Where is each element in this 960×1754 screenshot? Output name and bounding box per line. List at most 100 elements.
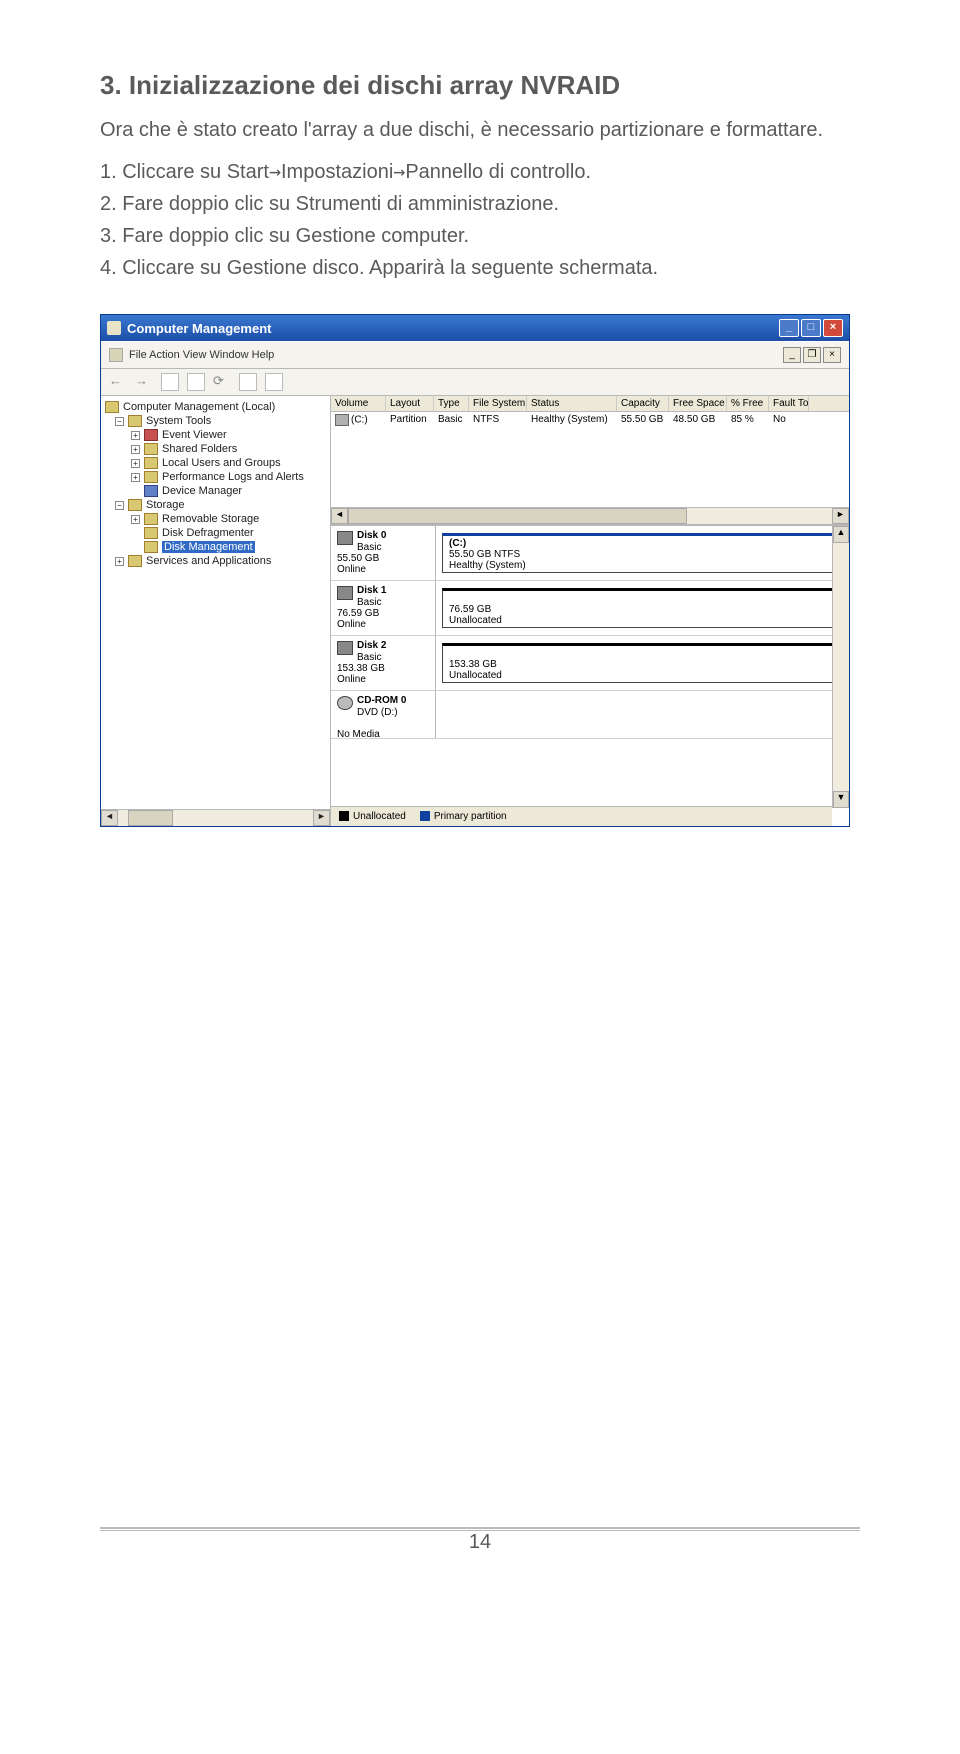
col-status[interactable]: Status: [527, 396, 617, 411]
menubar-row: File Action View Window Help _ ❐ ×: [101, 341, 849, 369]
col-volume[interactable]: Volume: [331, 396, 386, 411]
disk-row[interactable]: Disk 1 Basic 76.59 GB Online 76.59 GB Un…: [331, 581, 849, 636]
step-3: 3. Fare doppio clic su Gestione computer…: [100, 220, 860, 252]
toolbar-button[interactable]: [265, 373, 283, 391]
back-icon[interactable]: ←: [109, 373, 127, 391]
window-title: Computer Management: [127, 321, 271, 336]
event-icon: [144, 429, 158, 441]
col-freespace[interactable]: Free Space: [669, 396, 727, 411]
legend: Unallocated Primary partition: [331, 806, 832, 826]
tree-services-apps[interactable]: Services and Applications: [146, 555, 271, 567]
maximize-button[interactable]: □: [801, 319, 821, 337]
expand-icon[interactable]: +: [131, 459, 140, 468]
partition-unallocated[interactable]: 76.59 GB Unallocated: [442, 588, 837, 628]
toolbar: ← → ⟳: [101, 369, 849, 396]
titlebar[interactable]: Computer Management _ □ ×: [101, 315, 849, 341]
col-fault[interactable]: Fault To: [769, 396, 809, 411]
disk-row[interactable]: Disk 0 Basic 55.50 GB Online (C:) 55.50 …: [331, 526, 849, 581]
close-button[interactable]: ×: [823, 319, 843, 337]
minimize-button[interactable]: _: [779, 319, 799, 337]
partition-unallocated[interactable]: 153.38 GB Unallocated: [442, 643, 837, 683]
mdi-close-button[interactable]: ×: [823, 347, 841, 363]
disk-header: Disk 0 Basic 55.50 GB Online: [331, 526, 436, 580]
step-list: 1. Cliccare su Start→Impostazioni→Pannel…: [100, 155, 860, 284]
doc-icon: [109, 348, 123, 362]
mdi-restore-button[interactable]: ❐: [803, 347, 821, 363]
expand-icon[interactable]: +: [131, 473, 140, 482]
legend-swatch: [339, 811, 349, 821]
disk-header: Disk 1 Basic 76.59 GB Online: [331, 581, 436, 635]
scroll-left-icon[interactable]: ◄: [331, 508, 348, 524]
drive-icon: [335, 414, 349, 426]
tree-scrollbar[interactable]: ◄ ►: [101, 809, 330, 826]
col-layout[interactable]: Layout: [386, 396, 434, 411]
tree-root[interactable]: Computer Management (Local): [123, 401, 275, 413]
disk-row[interactable]: Disk 2 Basic 153.38 GB Online 153.38 GB …: [331, 636, 849, 691]
tree-system-tools[interactable]: System Tools: [146, 415, 211, 427]
folder-icon: [128, 499, 142, 511]
col-percentfree[interactable]: % Free: [727, 396, 769, 411]
toolbar-button[interactable]: [187, 373, 205, 391]
scroll-right-icon[interactable]: ►: [832, 508, 849, 524]
tree-event-viewer[interactable]: Event Viewer: [162, 429, 227, 441]
tree-removable-storage[interactable]: Removable Storage: [162, 513, 259, 525]
folder-icon: [144, 457, 158, 469]
expand-icon[interactable]: +: [131, 431, 140, 440]
menubar[interactable]: File Action View Window Help: [129, 349, 274, 361]
tree-shared-folders[interactable]: Shared Folders: [162, 443, 237, 455]
folder-icon: [144, 471, 158, 483]
disk-icon: [337, 531, 353, 545]
disk-map[interactable]: Disk 0 Basic 55.50 GB Online (C:) 55.50 …: [331, 526, 849, 826]
forward-icon[interactable]: →: [135, 373, 153, 391]
intro-text: Ora che è stato creato l'array a due dis…: [100, 115, 860, 145]
tree-device-manager[interactable]: Device Manager: [162, 485, 242, 497]
step-1: 1. Cliccare su Start→Impostazioni→Pannel…: [100, 155, 860, 188]
volume-scrollbar[interactable]: ◄ ►: [331, 507, 849, 524]
disk-icon: [337, 641, 353, 655]
expand-icon[interactable]: +: [115, 557, 124, 566]
device-icon: [144, 485, 158, 497]
page-number: 14: [469, 1531, 491, 1553]
legend-swatch: [420, 811, 430, 821]
disk-vertical-scrollbar[interactable]: ▲ ▼: [832, 526, 849, 808]
folder-icon: [144, 513, 158, 525]
partition[interactable]: (C:) 55.50 GB NTFS Healthy (System): [442, 533, 837, 573]
refresh-icon[interactable]: ⟳: [213, 373, 231, 391]
nav-tree[interactable]: Computer Management (Local) − System Tool…: [101, 396, 331, 826]
scroll-down-icon[interactable]: ▼: [833, 791, 849, 808]
defrag-icon: [144, 527, 158, 539]
folder-icon: [128, 415, 142, 427]
tree-storage[interactable]: Storage: [146, 499, 185, 511]
tree-disk-management[interactable]: Disk Management: [162, 541, 255, 553]
column-headers[interactable]: Volume Layout Type File System Status Ca…: [331, 396, 849, 412]
disk-header: CD-ROM 0 DVD (D:) No Media: [331, 691, 436, 738]
toolbar-button[interactable]: [161, 373, 179, 391]
col-capacity[interactable]: Capacity: [617, 396, 669, 411]
tree-perf-logs[interactable]: Performance Logs and Alerts: [162, 471, 304, 483]
expand-icon[interactable]: +: [131, 445, 140, 454]
scroll-up-icon[interactable]: ▲: [833, 526, 849, 543]
mdi-minimize-button[interactable]: _: [783, 347, 801, 363]
cdrom-icon: [337, 696, 353, 710]
expand-icon[interactable]: +: [131, 515, 140, 524]
tree-disk-defrag[interactable]: Disk Defragmenter: [162, 527, 254, 539]
disk-header: Disk 2 Basic 153.38 GB Online: [331, 636, 436, 690]
folder-icon: [144, 443, 158, 455]
volume-row[interactable]: (C:) Partition Basic NTFS Healthy (Syste…: [331, 412, 849, 428]
disk-icon: [337, 586, 353, 600]
col-type[interactable]: Type: [434, 396, 469, 411]
col-filesystem[interactable]: File System: [469, 396, 527, 411]
step-2: 2. Fare doppio clic su Strumenti di ammi…: [100, 188, 860, 220]
volume-list[interactable]: Volume Layout Type File System Status Ca…: [331, 396, 849, 526]
collapse-icon[interactable]: −: [115, 501, 124, 510]
computer-icon: [105, 401, 119, 413]
disk-row[interactable]: CD-ROM 0 DVD (D:) No Media: [331, 691, 849, 739]
app-icon: [107, 321, 121, 335]
toolbar-button[interactable]: [239, 373, 257, 391]
tree-local-users[interactable]: Local Users and Groups: [162, 457, 281, 469]
scroll-right-icon[interactable]: ►: [313, 810, 330, 826]
scroll-left-icon[interactable]: ◄: [101, 810, 118, 826]
folder-icon: [128, 555, 142, 567]
collapse-icon[interactable]: −: [115, 417, 124, 426]
page-footer: 14: [100, 1527, 860, 1554]
